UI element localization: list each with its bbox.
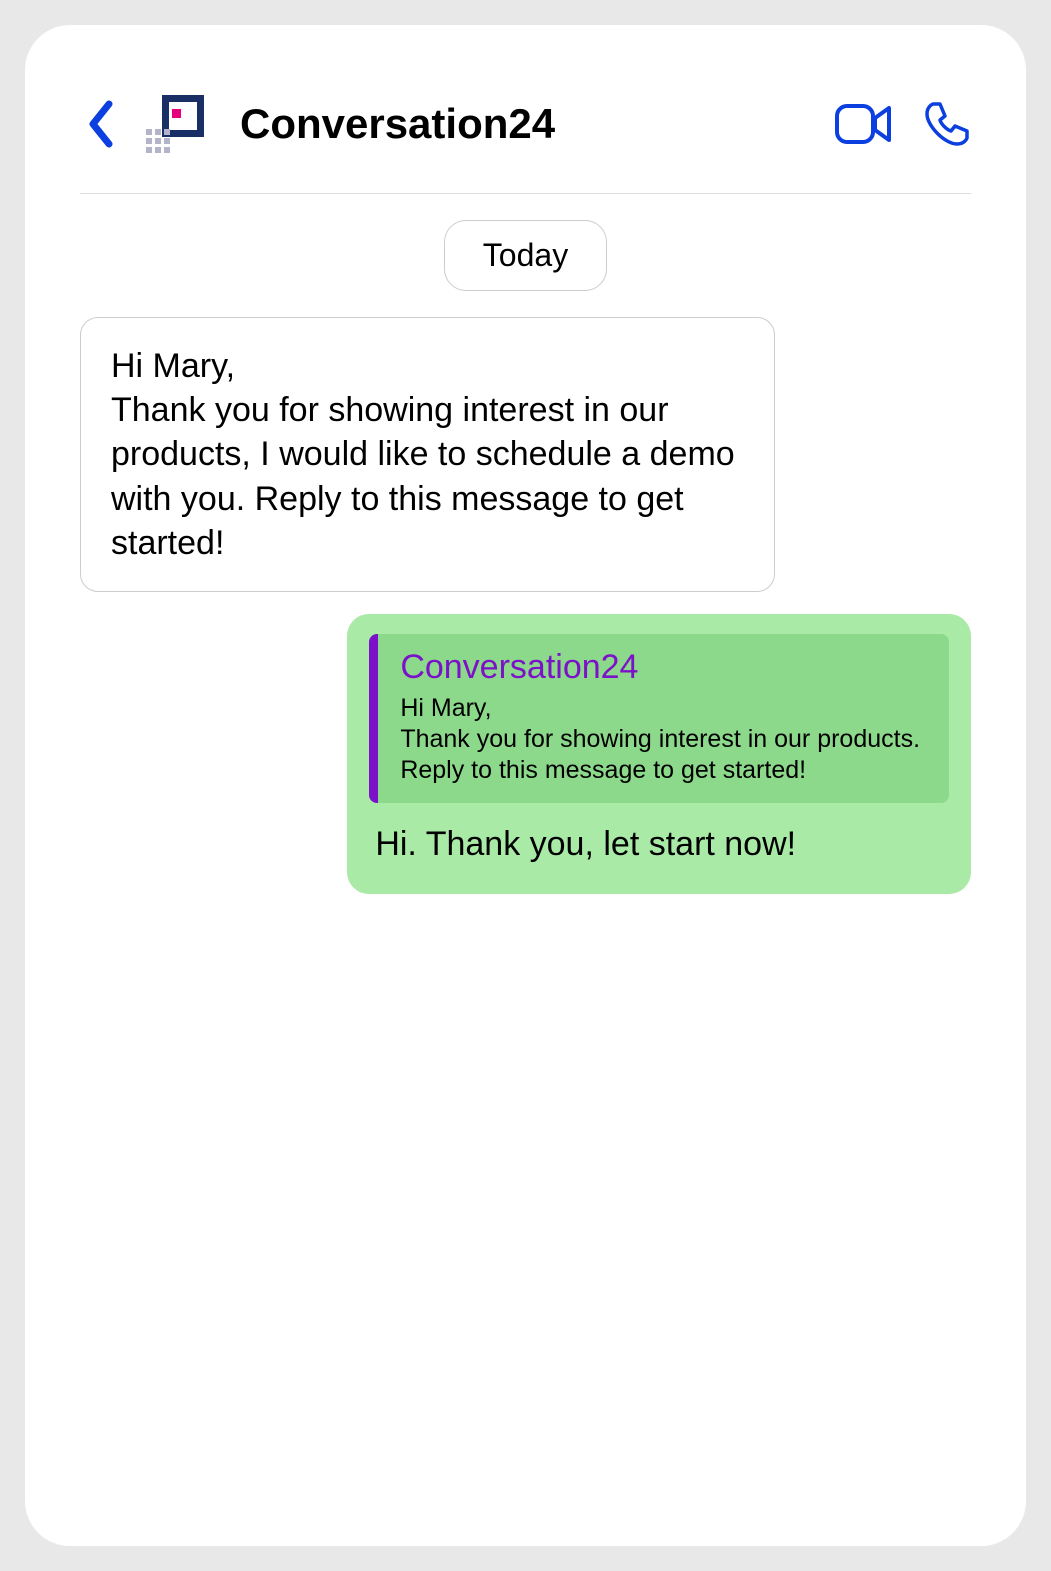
chat-header: Conversation24 [25, 25, 1026, 193]
date-separator: Today [25, 194, 1026, 317]
quoted-message: Conversation24 Hi Mary, Thank you for sh… [369, 634, 949, 803]
voice-call-button[interactable] [923, 100, 971, 148]
phone-icon [923, 100, 971, 148]
message-list: Hi Mary, Thank you for showing interest … [25, 317, 1026, 894]
back-button[interactable] [80, 95, 120, 153]
quoted-body: Hi Mary, Thank you for showing interest … [400, 693, 927, 787]
outgoing-message[interactable]: Conversation24 Hi Mary, Thank you for sh… [347, 614, 971, 894]
incoming-message[interactable]: Hi Mary, Thank you for showing interest … [80, 317, 775, 592]
chat-screen: Conversation24 Today Hi Mary, Thank you … [0, 0, 1051, 1571]
reply-text: Hi. Thank you, let start now! [369, 821, 949, 864]
video-camera-icon [835, 104, 893, 144]
quoted-sender: Conversation24 [400, 648, 927, 687]
chat-title: Conversation24 [240, 100, 815, 148]
app-logo-icon [146, 95, 204, 153]
header-actions [835, 100, 971, 148]
date-badge: Today [444, 220, 607, 291]
chevron-left-icon [85, 100, 115, 148]
video-call-button[interactable] [835, 104, 893, 144]
